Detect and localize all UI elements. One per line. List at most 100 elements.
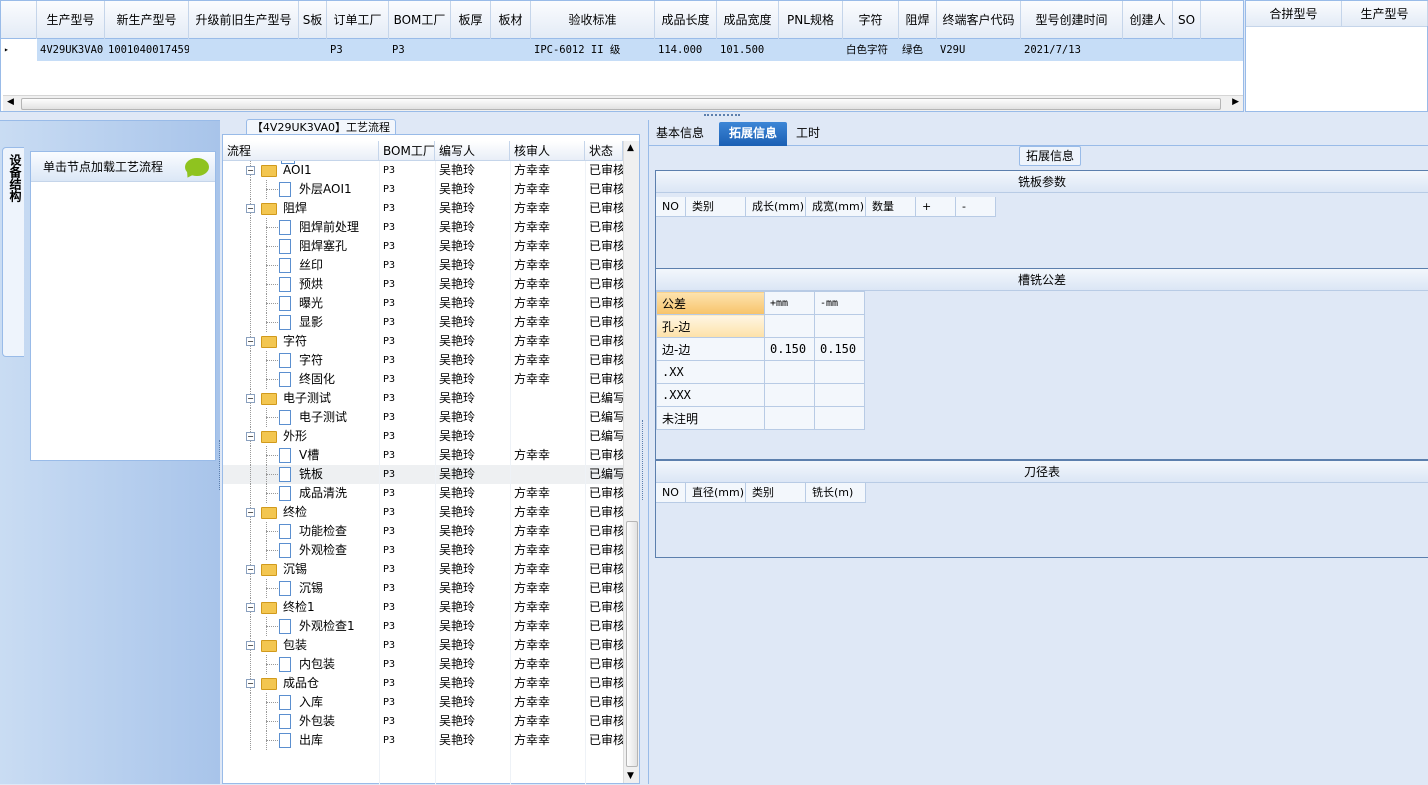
table-row[interactable]: 未注明: [656, 406, 865, 430]
horizontal-scrollbar[interactable]: ◀ ▶: [3, 95, 1243, 111]
column-header[interactable]: 订单工厂: [327, 1, 389, 39]
scroll-down-icon[interactable]: ▼: [627, 771, 634, 781]
table-row[interactable]: 孔-边: [656, 314, 865, 338]
table-cell[interactable]: 4V29UK3VA0: [37, 39, 105, 61]
column-header[interactable]: 验收标准: [531, 1, 655, 39]
tree-node[interactable]: − 字符: [223, 332, 379, 351]
tree-node[interactable]: − 终检1: [223, 598, 379, 617]
column-length[interactable]: 成长(mm): [746, 197, 806, 217]
tree-node[interactable]: 外观检查: [223, 541, 379, 560]
scroll-left-icon[interactable]: ◀: [7, 97, 14, 107]
row-selector-header[interactable]: [1, 1, 37, 39]
tree-node[interactable]: 电子测试: [223, 408, 379, 427]
column-no[interactable]: NO: [656, 197, 686, 217]
scroll-right-icon[interactable]: ▶: [1232, 97, 1239, 107]
plus-value-cell[interactable]: [764, 360, 815, 384]
tree-node[interactable]: 终固化: [223, 370, 379, 389]
tree-row[interactable]: 入库 P3 吴艳玲 方幸幸 已审核: [223, 693, 623, 712]
tree-row[interactable]: − 包装 P3 吴艳玲 方幸幸 已审核: [223, 636, 623, 655]
column-mill-length[interactable]: 铣长(m): [806, 483, 866, 503]
table-cell[interactable]: [779, 39, 843, 61]
scrollbar-thumb[interactable]: [626, 521, 638, 767]
tree-row[interactable]: 终固化 P3 吴艳玲 方幸幸 已审核: [223, 370, 623, 389]
tree-row[interactable]: 外观检查1 P3 吴艳玲 方幸幸 已审核: [223, 617, 623, 636]
table-row[interactable]: .XX: [656, 360, 865, 384]
tree-row[interactable]: 阻焊塞孔 P3 吴艳玲 方幸幸 已审核: [223, 237, 623, 256]
tree-node[interactable]: 成品清洗: [223, 484, 379, 503]
scroll-up-icon[interactable]: ▲: [627, 143, 634, 153]
column-header[interactable]: 型号创建时间: [1021, 1, 1123, 39]
table-cell[interactable]: 10010400174598: [105, 39, 189, 61]
right-splitter[interactable]: [642, 420, 646, 500]
collapse-icon[interactable]: −: [246, 508, 255, 517]
column-header[interactable]: 板厚: [451, 1, 491, 39]
tab-extended-info[interactable]: 拓展信息: [719, 122, 787, 146]
horizontal-splitter[interactable]: [0, 112, 1428, 120]
column-category[interactable]: 类别: [686, 197, 746, 217]
tree-node[interactable]: 内包装: [223, 655, 379, 674]
tree-row[interactable]: 字符 P3 吴艳玲 方幸幸 已审核: [223, 351, 623, 370]
tree-row[interactable]: 铣板 P3 吴艳玲 已编写: [223, 465, 623, 484]
column-header[interactable]: 成品长度: [655, 1, 717, 39]
column-width[interactable]: 成宽(mm): [806, 197, 866, 217]
tree-row[interactable]: − 电子测试 P3 吴艳玲 已编写: [223, 389, 623, 408]
tree-row[interactable]: 成品清洗 P3 吴艳玲 方幸幸 已审核: [223, 484, 623, 503]
tree-row[interactable]: 阻焊前处理 P3 吴艳玲 方幸幸 已审核: [223, 218, 623, 237]
column-category[interactable]: 类别: [746, 483, 806, 503]
tree-node[interactable]: − 外形: [223, 427, 379, 446]
tree-node[interactable]: − 包装: [223, 636, 379, 655]
tree-row[interactable]: − 沉锡 P3 吴艳玲 方幸幸 已审核: [223, 560, 623, 579]
tree-row[interactable]: 内包装 P3 吴艳玲 方幸幸 已审核: [223, 655, 623, 674]
table-row[interactable]: ▸ 4V29UK3VA0 10010400174598 P3 P3 IPC-6012 II…: [1, 39, 1243, 61]
table-cell[interactable]: P3: [389, 39, 451, 61]
minus-value-cell[interactable]: [814, 383, 865, 407]
merge-model-column[interactable]: 合拼型号: [1246, 1, 1342, 26]
tree-row[interactable]: 外层AOI1 P3 吴艳玲 方幸幸 已审核: [223, 180, 623, 199]
column-header[interactable]: S板: [299, 1, 327, 39]
table-cell[interactable]: IPC-6012 II 级: [531, 39, 655, 61]
tree-node[interactable]: − 沉锡: [223, 560, 379, 579]
table-cell[interactable]: [1123, 39, 1173, 61]
collapse-icon[interactable]: −: [246, 204, 255, 213]
tree-node[interactable]: 功能检查: [223, 522, 379, 541]
plus-value-cell[interactable]: [764, 406, 815, 430]
collapse-icon[interactable]: −: [246, 337, 255, 346]
tree-row[interactable]: 预烘 P3 吴艳玲 方幸幸 已审核: [223, 275, 623, 294]
tree-row[interactable]: 外包装 P3 吴艳玲 方幸幸 已审核: [223, 712, 623, 731]
tree-node[interactable]: − 终检: [223, 503, 379, 522]
column-bom-factory[interactable]: BOM工厂: [379, 141, 435, 160]
tree-node[interactable]: 阻焊前处理: [223, 218, 379, 237]
minus-value-cell[interactable]: [814, 360, 865, 384]
table-cell[interactable]: [451, 39, 491, 61]
collapse-icon[interactable]: −: [246, 166, 255, 175]
table-row[interactable]: 边-边 0.150 0.150: [656, 337, 865, 361]
collapse-icon[interactable]: −: [246, 603, 255, 612]
column-status[interactable]: 状态: [585, 141, 623, 160]
column-header[interactable]: 阻焊: [899, 1, 937, 39]
tree-node[interactable]: − 阻焊: [223, 199, 379, 218]
add-row-button[interactable]: +: [916, 197, 956, 217]
production-model-column[interactable]: 生产型号: [1342, 1, 1428, 26]
collapse-icon[interactable]: −: [246, 432, 255, 441]
tree-node[interactable]: 入库: [223, 693, 379, 712]
column-header[interactable]: 成品宽度: [717, 1, 779, 39]
table-cell[interactable]: 绿色: [899, 39, 937, 61]
table-cell[interactable]: 114.000: [655, 39, 717, 61]
tree-row[interactable]: − 外形 P3 吴艳玲 已编写: [223, 427, 623, 446]
tree-row[interactable]: − AOI1 P3 吴艳玲 方幸幸 已审核: [223, 161, 623, 180]
table-cell[interactable]: 白色字符: [843, 39, 899, 61]
column-header[interactable]: 创建人: [1123, 1, 1173, 39]
tree-row[interactable]: V槽 P3 吴艳玲 方幸幸 已审核: [223, 446, 623, 465]
table-cell[interactable]: P3: [327, 39, 389, 61]
tree-row[interactable]: − 成品仓 P3 吴艳玲 方幸幸 已审核: [223, 674, 623, 693]
tree-node[interactable]: 阻焊塞孔: [223, 237, 379, 256]
tree-row[interactable]: 曝光 P3 吴艳玲 方幸幸 已审核: [223, 294, 623, 313]
column-header[interactable]: PNL规格: [779, 1, 843, 39]
table-cell[interactable]: V29U: [937, 39, 1021, 61]
minus-value-cell[interactable]: 0.150: [814, 337, 865, 361]
table-cell[interactable]: [299, 39, 327, 61]
column-quantity[interactable]: 数量: [866, 197, 916, 217]
collapse-icon[interactable]: −: [246, 641, 255, 650]
table-cell[interactable]: [189, 39, 299, 61]
tree-node[interactable]: 外观检查1: [223, 617, 379, 636]
